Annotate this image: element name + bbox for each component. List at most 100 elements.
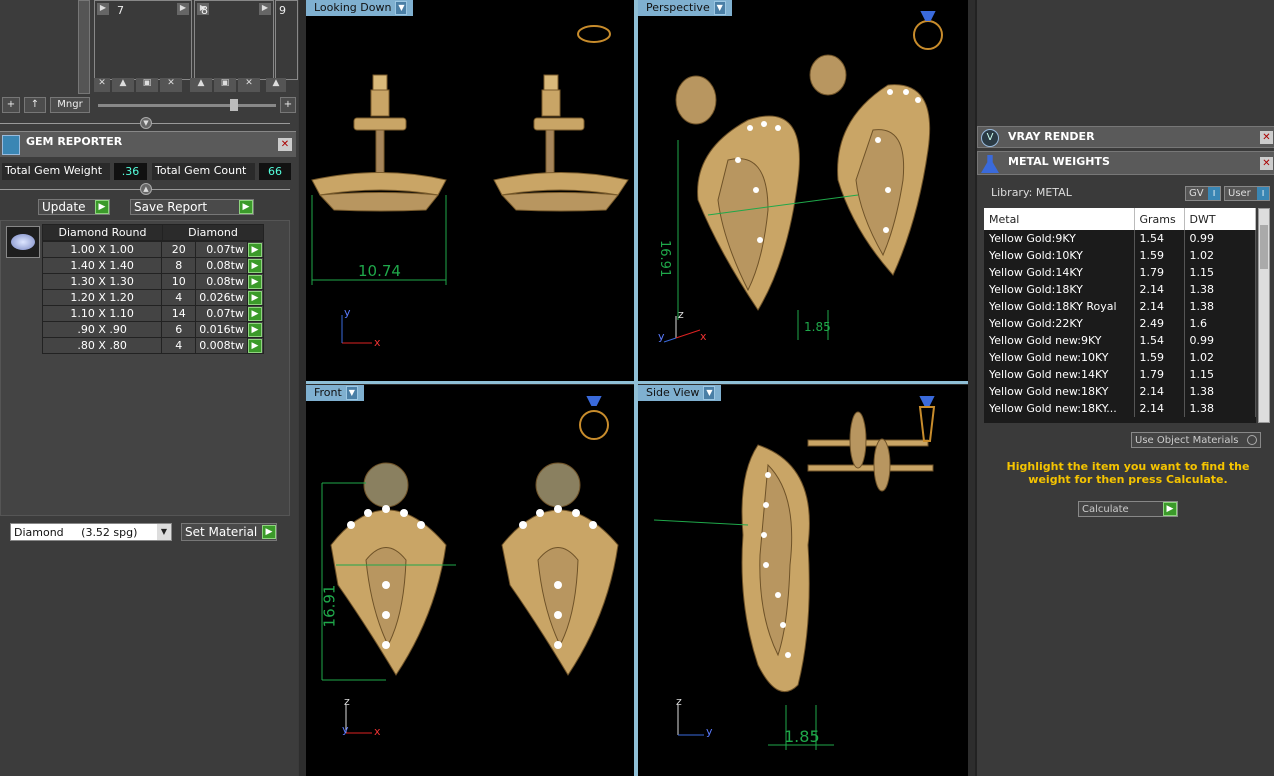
gem-row[interactable]: 1.40 X 1.40 8 0.08tw ▶ [41,257,264,274]
zoom-slider[interactable] [98,104,276,107]
metal-row[interactable]: Yellow Gold:18KY Royal 2.14 1.38 [984,298,1256,315]
thumb-tools: ✕ ▲ ▣ ✕ ▲ ▣ ✕ ▲ [94,78,298,92]
set-material-button[interactable]: Set Material ▶ [181,523,277,541]
use-object-materials-label: Use Object Materials [1135,434,1239,446]
library-label: Library: METAL [991,186,1072,199]
axis-indicator [341,315,372,344]
metal-grams: 1.59 [1134,349,1185,366]
metal-table-scrollbar[interactable] [1258,208,1270,423]
earring-left [311,74,447,212]
gem-row[interactable]: .80 X .80 4 0.008tw ▶ [41,337,264,354]
metal-header-grams[interactable]: Grams [1134,208,1185,230]
metal-grams: 2.14 [1134,400,1185,417]
close-icon[interactable]: ✕ [1260,131,1273,144]
set-material-label: Set Material [185,525,258,539]
axis-y-label: y [342,723,349,736]
gv-toggle[interactable]: GV I [1185,186,1221,201]
viewport-perspective[interactable]: Perspective ▼ 16.91 1.85 z y x [638,0,968,381]
gv-label: GV [1189,188,1204,199]
thumb-arrow[interactable]: ▶ [177,3,189,15]
gem-row-select[interactable]: ▶ [247,305,264,322]
use-object-materials-toggle[interactable]: Use Object Materials [1131,432,1261,448]
collapse-toggle[interactable]: ▼ [140,117,152,129]
close-icon[interactable]: ✕ [278,138,292,151]
axis-z-label: z [344,695,350,708]
metal-weights-header[interactable]: METAL WEIGHTS ✕ [977,151,1274,175]
gem-row[interactable]: 1.30 X 1.30 10 0.08tw ▶ [41,273,264,290]
gem-row-select[interactable]: ▶ [247,273,264,290]
play-icon: ▶ [262,525,276,539]
axis-x-label: x [374,725,381,738]
thumb-slot-8[interactable]: ▶ 8 ▶ [194,0,274,80]
up-arrow-icon[interactable]: ↑ [24,97,46,113]
metal-row[interactable]: Yellow Gold:18KY 2.14 1.38 [984,281,1256,298]
scroll-thumb[interactable] [1260,225,1268,269]
thumb-arrow[interactable]: ▶ [259,3,271,15]
play-icon: ▶ [248,291,262,305]
gem-row-select[interactable]: ▶ [247,241,264,258]
gem-row[interactable]: 1.00 X 1.00 20 0.07tw ▶ [41,241,264,258]
viewport-looking-down[interactable]: Looking Down ▼ 10.74 y x [306,0,634,381]
metal-row[interactable]: Yellow Gold new:18KY 2.14 1.38 [984,383,1256,400]
close-icon[interactable]: ✕ [1260,157,1273,170]
gem-count: 8 [161,257,197,274]
gem-row-select[interactable]: ▶ [247,321,264,338]
close-icon[interactable]: ✕ [238,78,260,92]
up-icon[interactable]: ▲ [190,78,212,92]
gem-reporter-header: GEM REPORTER ✕ [0,131,296,157]
save-icon[interactable]: ▣ [214,78,236,92]
left-panel: ▶ 7 ▶ ▶ 8 ▶ 9 ✕ ▲ ▣ ✕ ▲ ▣ ✕ ▲ + ↑ Mngr +… [0,0,298,776]
metal-grams: 1.54 [1134,230,1185,247]
metal-row[interactable]: Yellow Gold:10KY 1.59 1.02 [984,247,1256,264]
calculate-button[interactable]: Calculate ▶ [1078,501,1178,517]
gem-size: .80 X .80 [41,337,163,354]
viewport-front[interactable]: Front ▼ 16.91 z y x [306,385,634,776]
close-icon[interactable]: ✕ [94,78,110,92]
save-report-button[interactable]: Save Report ▶ [130,199,254,215]
metal-row[interactable]: Yellow Gold:9KY 1.54 0.99 [984,230,1256,247]
up-icon[interactable]: ▲ [266,78,286,92]
metal-row[interactable]: Yellow Gold new:9KY 1.54 0.99 [984,332,1256,349]
play-icon: ▶ [248,243,262,257]
material-select[interactable]: Diamond (3.52 spg) ▼ [10,523,172,541]
gem-row-select[interactable]: ▶ [247,257,264,274]
play-icon: ▶ [248,259,262,273]
metal-row[interactable]: Yellow Gold:14KY 1.79 1.15 [984,264,1256,281]
viewport-side[interactable]: Side View ▼ 1.85 z y [638,385,968,776]
metal-row[interactable]: Yellow Gold new:14KY 1.79 1.15 [984,366,1256,383]
gem-row-select[interactable]: ▶ [247,289,264,306]
total-gem-weight-label: Total Gem Weight [2,163,110,180]
metal-row[interactable]: Yellow Gold:22KY 2.49 1.6 [984,315,1256,332]
add-icon[interactable]: + [280,97,296,113]
gem-row[interactable]: .90 X .90 6 0.016tw ▶ [41,321,264,338]
axis-y-label: y [658,330,665,343]
update-button[interactable]: Update ▶ [38,199,110,215]
dimension-label: 1.85 [784,727,820,746]
dimension-label: 16.91 [320,584,339,628]
metal-row[interactable]: Yellow Gold new:18KY... 2.14 1.38 [984,400,1256,417]
close-icon[interactable]: ✕ [160,78,182,92]
thumb-scroll[interactable] [78,0,90,94]
metal-row[interactable]: Yellow Gold new:10KY 1.59 1.02 [984,349,1256,366]
zoom-slider-handle[interactable] [230,99,238,111]
thumb-arrow[interactable]: ▶ [97,3,109,15]
play-icon: ▶ [248,275,262,289]
collapse-toggle[interactable]: ▲ [140,183,152,195]
gem-count: 4 [161,289,197,306]
gem-row[interactable]: 1.20 X 1.20 4 0.026tw ▶ [41,289,264,306]
thumb-slot-9[interactable]: 9 [275,0,298,80]
metal-header-metal[interactable]: Metal [984,208,1135,230]
thumb-slot-7[interactable]: ▶ 7 ▶ [94,0,192,80]
vray-render-header[interactable]: V VRAY RENDER ✕ [977,126,1274,148]
metal-name: Yellow Gold:22KY [984,315,1135,332]
mngr-button[interactable]: Mngr [50,97,90,113]
metal-header-dwt[interactable]: DWT [1184,208,1256,230]
user-toggle[interactable]: User I [1224,186,1270,201]
gem-row-select[interactable]: ▶ [247,337,264,354]
gem-header-shape: Diamond Round [42,224,163,241]
up-icon[interactable]: ▲ [112,78,134,92]
gem-weight: 0.008tw [195,337,248,354]
gem-row[interactable]: 1.10 X 1.10 14 0.07tw ▶ [41,305,264,322]
add-icon[interactable]: + [2,97,20,113]
save-icon[interactable]: ▣ [136,78,158,92]
